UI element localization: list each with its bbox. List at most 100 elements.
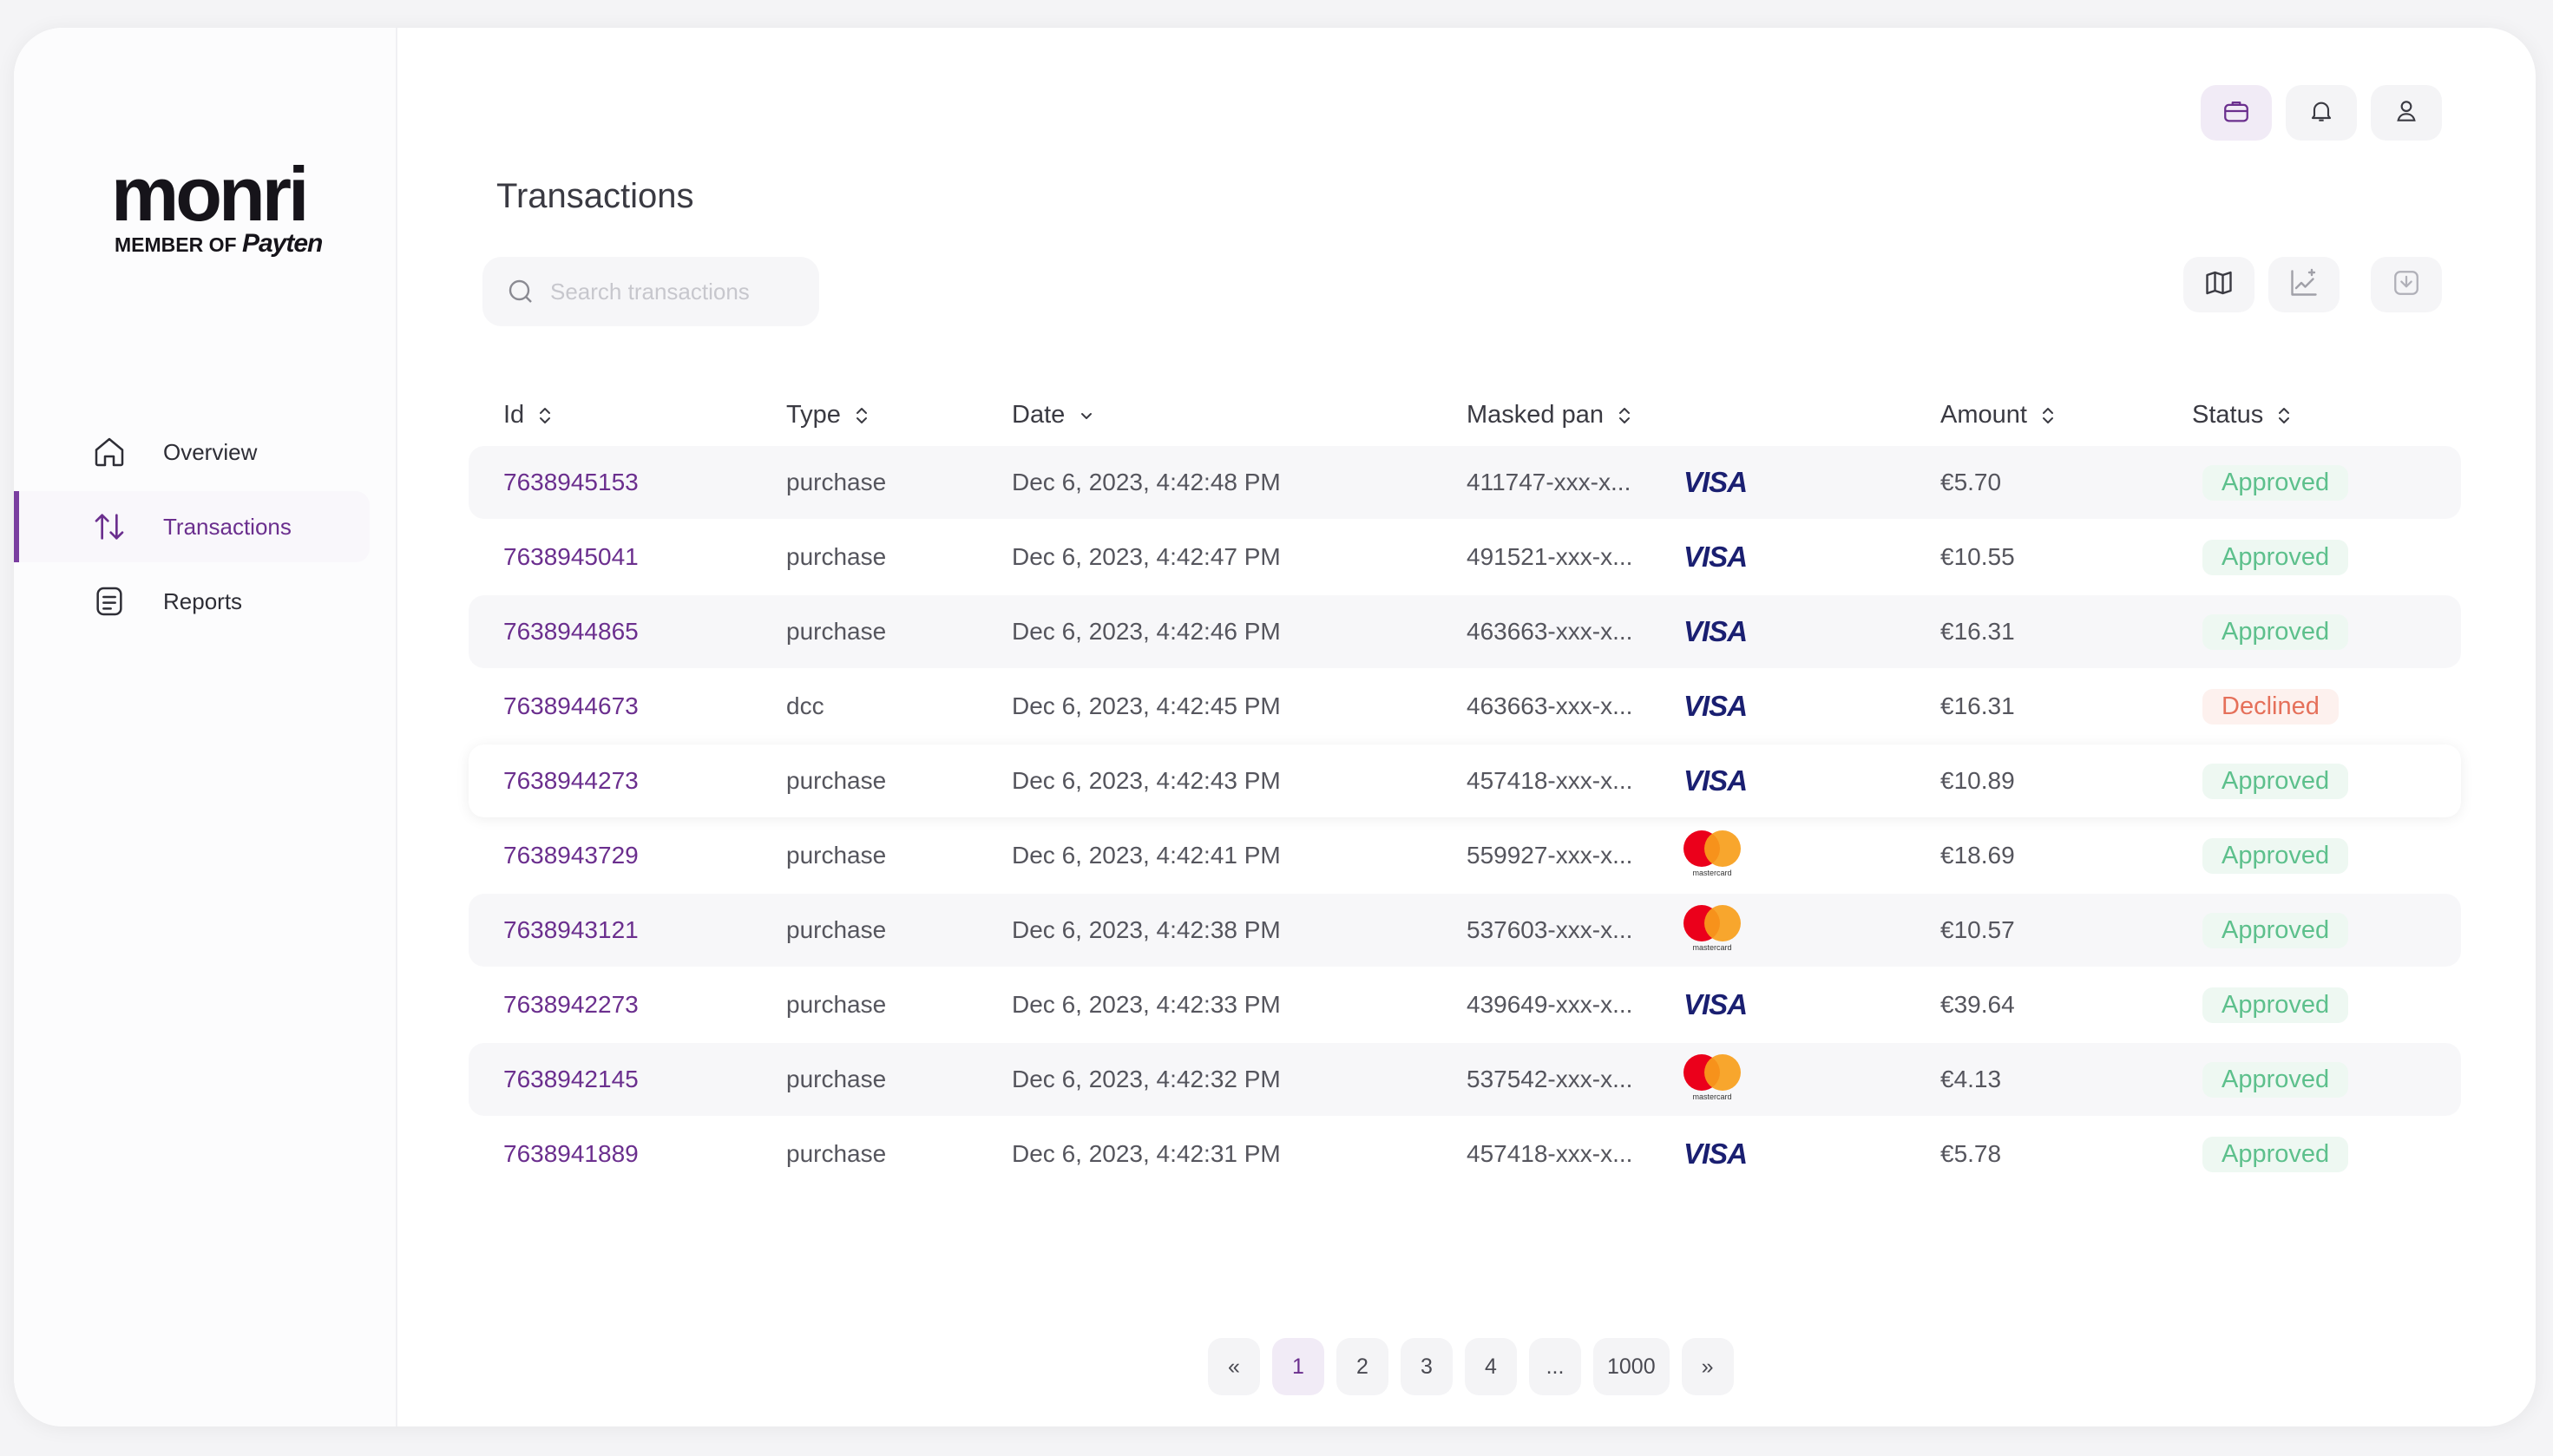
transaction-date: Dec 6, 2023, 4:42:31 PM <box>1012 1140 1281 1167</box>
profile-button[interactable] <box>2371 85 2442 141</box>
transaction-id-link[interactable]: 7638945153 <box>503 446 639 519</box>
status-badge: Approved <box>2202 912 2349 948</box>
status-cell: Approved <box>2202 521 2349 594</box>
transaction-amount: €16.31 <box>1940 618 2015 645</box>
search-icon <box>505 276 536 307</box>
status-badge: Approved <box>2202 613 2349 650</box>
table-row[interactable]: 7638944865 purchase Dec 6, 2023, 4:42:46 P… <box>469 595 2461 668</box>
prev-page-button[interactable]: « <box>1208 1338 1260 1395</box>
transaction-date: Dec 6, 2023, 4:42:41 PM <box>1012 842 1281 869</box>
transaction-date: Dec 6, 2023, 4:42:33 PM <box>1012 991 1281 1018</box>
sort-icon <box>540 407 551 423</box>
transaction-type: purchase <box>786 618 887 645</box>
mastercard-logo: mastercard <box>1683 819 1741 892</box>
page-button[interactable]: 2 <box>1336 1338 1388 1395</box>
table-row[interactable]: 7638944673 dcc Dec 6, 2023, 4:42:45 PM 4636… <box>469 670 2461 743</box>
analytics-button[interactable] <box>2268 257 2340 312</box>
mastercard-wordmark: mastercard <box>1692 869 1732 877</box>
visa-logo: VISA <box>1683 521 1748 594</box>
home-icon <box>90 433 128 471</box>
search-input[interactable] <box>548 277 812 306</box>
transaction-amount: €4.13 <box>1940 1066 2002 1092</box>
column-header-masked-pan[interactable]: Masked pan <box>1467 401 1633 430</box>
status-cell: Approved <box>2202 894 2349 967</box>
page-title: Transactions <box>496 176 694 215</box>
column-header-label: Id <box>503 401 525 429</box>
column-header-status[interactable]: Status <box>2192 401 2293 430</box>
column-header-label: Date <box>1012 401 1066 429</box>
visa-logo: VISA <box>1683 1118 1748 1190</box>
transaction-type: dcc <box>786 692 824 719</box>
briefcase-icon <box>2222 96 2251 130</box>
download-button[interactable] <box>2371 257 2442 312</box>
mastercard-wordmark: mastercard <box>1692 943 1732 952</box>
transaction-date: Dec 6, 2023, 4:42:38 PM <box>1012 916 1281 943</box>
column-header-label: Masked pan <box>1467 401 1604 429</box>
column-header-amount[interactable]: Amount <box>1940 401 2057 430</box>
sort-icon <box>856 407 867 423</box>
table-row[interactable]: 7638942273 purchase Dec 6, 2023, 4:42:33 P… <box>469 968 2461 1041</box>
transaction-id-link[interactable]: 7638941889 <box>503 1118 639 1190</box>
sidebar-item-overview[interactable]: Overview <box>14 416 370 488</box>
notifications-button[interactable] <box>2286 85 2357 141</box>
briefcase-button[interactable] <box>2201 85 2272 141</box>
page-button[interactable]: 3 <box>1401 1338 1453 1395</box>
sidebar-item-reports[interactable]: Reports <box>14 566 370 637</box>
transaction-id-link[interactable]: 7638943729 <box>503 819 639 892</box>
table-row[interactable]: 7638945153 purchase Dec 6, 2023, 4:42:48 P… <box>469 446 2461 519</box>
transaction-amount: €16.31 <box>1940 692 2015 719</box>
page-button[interactable]: 1000 <box>1593 1338 1670 1395</box>
column-header-date[interactable]: Date <box>1012 401 1096 430</box>
sidebar-item-label: Reports <box>163 587 243 614</box>
transaction-id-link[interactable]: 7638944865 <box>503 595 639 668</box>
masked-pan: 463663-xxx-x... <box>1467 618 1633 645</box>
column-header-id[interactable]: Id <box>503 401 554 430</box>
status-badge: Approved <box>2202 837 2349 874</box>
bell-icon <box>2307 97 2335 129</box>
transaction-id-link[interactable]: 7638945041 <box>503 521 639 594</box>
transaction-id-link[interactable]: 7638942145 <box>503 1043 639 1116</box>
search-box <box>482 257 819 326</box>
status-badge: Approved <box>2202 1136 2349 1172</box>
map-button[interactable] <box>2183 257 2254 312</box>
mastercard-logo: mastercard <box>1683 1043 1741 1116</box>
logo-brand: Payten <box>241 229 323 258</box>
masked-pan: 559927-xxx-x... <box>1467 842 1633 869</box>
column-header-label: Amount <box>1940 401 2027 429</box>
table-row[interactable]: 7638945041 purchase Dec 6, 2023, 4:42:47 P… <box>469 521 2461 594</box>
transaction-id-link[interactable]: 7638944673 <box>503 670 639 743</box>
transaction-id-link[interactable]: 7638943121 <box>503 894 639 967</box>
pagination-ellipsis[interactable]: ... <box>1529 1338 1581 1395</box>
status-cell: Approved <box>2202 595 2349 668</box>
visa-wordmark: VISA <box>1683 466 1748 498</box>
next-page-button[interactable]: » <box>1681 1338 1734 1395</box>
sidebar-item-transactions[interactable]: Transactions <box>14 491 370 562</box>
logo-subtitle: MEMBER OF Payten <box>115 229 323 259</box>
status-cell: Approved <box>2202 744 2349 817</box>
page-button[interactable]: 1 <box>1272 1338 1324 1395</box>
app-window: monri MEMBER OF Payten Overview Transact… <box>14 28 2536 1426</box>
transaction-type: purchase <box>786 916 887 943</box>
table-row[interactable]: 7638944273 purchase Dec 6, 2023, 4:42:43 P… <box>469 744 2461 817</box>
map-icon <box>2203 267 2235 303</box>
transaction-date: Dec 6, 2023, 4:42:46 PM <box>1012 618 1281 645</box>
transaction-type: purchase <box>786 469 887 495</box>
masked-pan: 411747-xxx-x... <box>1467 469 1631 495</box>
transaction-amount: €18.69 <box>1940 842 2015 869</box>
page-button[interactable]: 4 <box>1465 1338 1517 1395</box>
status-badge: Approved <box>2202 987 2349 1023</box>
table-row[interactable]: 7638943121 purchase Dec 6, 2023, 4:42:38 P… <box>469 894 2461 967</box>
masked-pan: 537542-xxx-x... <box>1467 1066 1633 1092</box>
mastercard-logo: mastercard <box>1683 894 1741 967</box>
table-row[interactable]: 7638942145 purchase Dec 6, 2023, 4:42:32 P… <box>469 1043 2461 1116</box>
transaction-date: Dec 6, 2023, 4:42:32 PM <box>1012 1066 1281 1092</box>
column-header-type[interactable]: Type <box>786 401 870 430</box>
transaction-id-link[interactable]: 7638942273 <box>503 968 639 1041</box>
table-row[interactable]: 7638941889 purchase Dec 6, 2023, 4:42:31 P… <box>469 1118 2461 1190</box>
masked-pan: 463663-xxx-x... <box>1467 692 1633 719</box>
logo-wordmark: monri <box>111 151 309 237</box>
table-row[interactable]: 7638943729 purchase Dec 6, 2023, 4:42:41 P… <box>469 819 2461 892</box>
transaction-id-link[interactable]: 7638944273 <box>503 744 639 817</box>
sort-icon <box>2279 407 2290 423</box>
arrows-up-down-icon <box>90 508 128 546</box>
